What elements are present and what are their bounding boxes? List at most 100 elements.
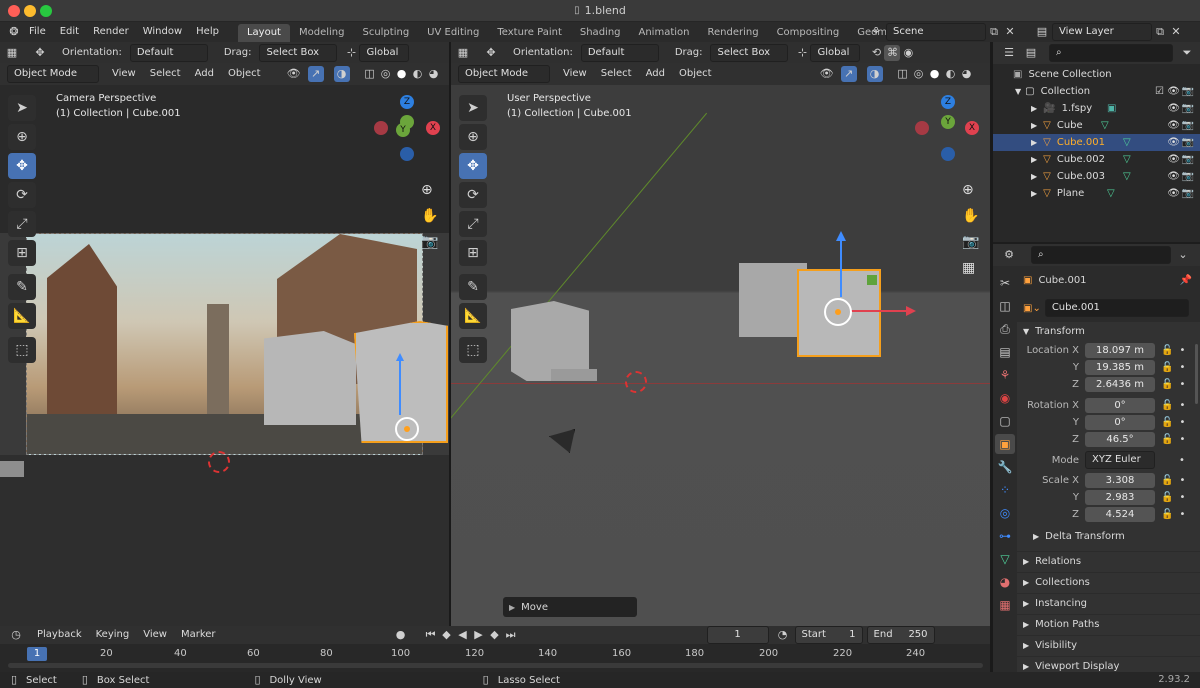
select-tool-icon-right[interactable]: ▦ (455, 45, 471, 61)
tab-modifiers-icon[interactable]: 🔧 (995, 457, 1015, 477)
axis-z-icon[interactable]: Z (400, 95, 414, 109)
expand-arrow-icon[interactable]: ▶ (1031, 100, 1037, 117)
camera-object[interactable] (549, 429, 575, 453)
instancing-panel-header[interactable]: ▶ Instancing (1017, 594, 1200, 614)
maximize-window-button[interactable] (40, 5, 52, 17)
start-frame-field[interactable]: Start 1 (794, 626, 863, 644)
menu-add-right[interactable]: Add (639, 64, 672, 84)
move-tool-icon[interactable]: ✥ (32, 45, 48, 61)
axis-z-icon-right[interactable]: Z (941, 95, 955, 109)
current-frame-field[interactable]: 1 (706, 626, 769, 644)
menu-timeline-view[interactable]: View (136, 625, 174, 645)
shading-solid-icon[interactable]: ● (394, 66, 410, 82)
viewport-canvas-left[interactable]: Camera Perspective (1) Collection | Cube… (0, 85, 449, 626)
visibility-eye-icon[interactable]: 👁 (1167, 168, 1180, 185)
editor-type-icon[interactable]: ☰ (1001, 45, 1017, 61)
timeline-scrollbar[interactable] (8, 663, 983, 668)
rotation-x-field[interactable]: 0° (1085, 398, 1155, 413)
object-datablock-icon[interactable]: ▣⌄ (1023, 303, 1041, 314)
zoom-icon[interactable]: ⊕ (421, 177, 438, 203)
menu-marker[interactable]: Marker (174, 625, 223, 645)
annotate-tool-button-right[interactable]: ✎ (459, 274, 487, 300)
annotate-tool-button[interactable]: ✎ (8, 274, 36, 300)
visibility-eye-icon[interactable]: 👁 (286, 66, 302, 82)
move-gizmo-plane-handle[interactable] (867, 275, 877, 285)
expand-arrow-icon[interactable]: ▶ (1031, 117, 1037, 134)
gizmo-icon-right[interactable]: ↗ (840, 66, 857, 82)
lock-icon[interactable]: 🔓 (1161, 492, 1173, 503)
shading-wireframe-icon[interactable]: ◎ (378, 66, 394, 82)
axis-y-icon[interactable]: Y (396, 123, 410, 137)
play-reverse-icon[interactable]: ◀ (455, 627, 471, 643)
cursor-tool-button-right[interactable]: ⊕ (459, 124, 487, 150)
axis-x-neg-icon[interactable] (374, 121, 388, 135)
lock-icon[interactable]: 🔓 (1161, 345, 1173, 356)
properties-search-input[interactable]: ⌕ (1031, 246, 1171, 264)
tab-collection-icon[interactable]: ▢ (995, 411, 1015, 431)
move-tool-button[interactable]: ✥ (8, 153, 36, 179)
navigation-gizmo-left[interactable]: Z X Y (370, 85, 449, 165)
tab-shading[interactable]: Shading (571, 24, 630, 42)
tab-data-icon[interactable]: ▽ (995, 549, 1015, 569)
xray-icon[interactable]: ◫ (362, 66, 378, 82)
preview-range-icon[interactable]: ◔ (775, 627, 791, 643)
overlays-icon-right[interactable]: ◑ (866, 66, 883, 82)
expand-arrow-icon[interactable]: ▶ (1031, 185, 1037, 202)
move-gizmo-z-arrow-left[interactable] (396, 353, 404, 361)
visibility-eye-icon[interactable]: 👁 (1167, 100, 1180, 117)
object-name-field[interactable]: Cube.001 (1044, 299, 1189, 317)
visibility-eye-icon[interactable]: 👁 (1167, 185, 1180, 202)
move-tool-button-right[interactable]: ✥ (459, 153, 487, 179)
last-operator-panel[interactable]: ▶ Move (503, 597, 637, 617)
lock-icon[interactable]: 🔓 (1161, 400, 1173, 411)
menu-playback[interactable]: Playback (30, 625, 89, 645)
outliner-scene-collection[interactable]: ▣ Scene Collection (993, 66, 1200, 83)
collection-visibility-icon[interactable]: 👁 (1167, 83, 1180, 100)
next-keyframe-icon[interactable]: ◆ (487, 627, 503, 643)
axis-y-icon-right[interactable]: Y (941, 115, 955, 129)
add-cube-tool-button-right[interactable]: ⬚ (459, 337, 487, 363)
filter-icon[interactable]: ⏷ (1179, 45, 1195, 61)
tab-texture-icon[interactable]: ▦ (995, 595, 1015, 615)
end-frame-field[interactable]: End 250 (866, 626, 935, 644)
orientation-dropdown-right[interactable]: Default (580, 43, 659, 62)
menu-file[interactable]: File (22, 22, 53, 42)
outliner-search-input[interactable]: ⌕ (1049, 44, 1173, 62)
shading-material-icon[interactable]: ◐ (410, 66, 426, 82)
tab-rendering[interactable]: Rendering (698, 24, 767, 42)
close-window-button[interactable] (8, 5, 20, 17)
proportional-edit-icon[interactable]: ◉ (900, 45, 916, 61)
keyframe-dot-icon[interactable]: • (1179, 417, 1185, 428)
outliner-item-cube[interactable]: ▶ ▽ Cube ▽ 👁 📷 (993, 117, 1200, 134)
collections-panel-header[interactable]: ▶ Collections (1017, 573, 1200, 593)
tab-physics-icon[interactable]: ◎ (995, 503, 1015, 523)
relations-panel-header[interactable]: ▶ Relations (1017, 552, 1200, 572)
expand-arrow-icon[interactable]: ▶ (1031, 168, 1037, 185)
tab-layout[interactable]: Layout (237, 24, 290, 42)
menu-help[interactable]: Help (189, 22, 226, 42)
expand-arrow-icon[interactable]: ▼ (1015, 83, 1021, 100)
transform-panel-header[interactable]: ▼ Transform (1017, 322, 1200, 342)
outliner-item-cube-001[interactable]: ▶ ▽ Cube.001 ▽ 👁 📷 (993, 134, 1200, 151)
outliner-item-fspy[interactable]: ▶ 🎥 1.fspy ▣ 👁 📷 (993, 100, 1200, 117)
transform-orientation-dropdown[interactable]: Global (359, 43, 410, 62)
keyframe-dot-icon[interactable]: • (1179, 400, 1185, 411)
outliner-collection[interactable]: ▼ ▢ Collection ☑ 👁 📷 (993, 83, 1200, 100)
zoom-icon-right[interactable]: ⊕ (962, 177, 979, 203)
perspective-toggle-icon[interactable]: ▦ (962, 255, 979, 281)
location-z-field[interactable]: 2.6436 m (1085, 377, 1155, 392)
shading-material-icon-right[interactable]: ◐ (943, 66, 959, 82)
cursor-tool-button[interactable]: ⊕ (8, 124, 36, 150)
drag-dropdown-right[interactable]: Select Box (710, 43, 789, 62)
xray-icon-right[interactable]: ◫ (895, 66, 911, 82)
visibility-eye-icon-right[interactable]: 👁 (819, 66, 835, 82)
tab-scene-icon[interactable]: ⚘ (995, 365, 1015, 385)
menu-add[interactable]: Add (188, 64, 221, 84)
rotate-tool-button-right[interactable]: ⟳ (459, 182, 487, 208)
keyframe-dot-icon[interactable]: • (1179, 362, 1185, 373)
collection-checkbox[interactable]: ☑ (1155, 83, 1164, 100)
move-tool-icon-right[interactable]: ✥ (483, 45, 499, 61)
rotation-mode-dropdown[interactable]: XYZ Euler (1085, 451, 1155, 469)
select-tool-button[interactable]: ➤ (8, 95, 36, 121)
motion-paths-panel-header[interactable]: ▶ Motion Paths (1017, 615, 1200, 635)
